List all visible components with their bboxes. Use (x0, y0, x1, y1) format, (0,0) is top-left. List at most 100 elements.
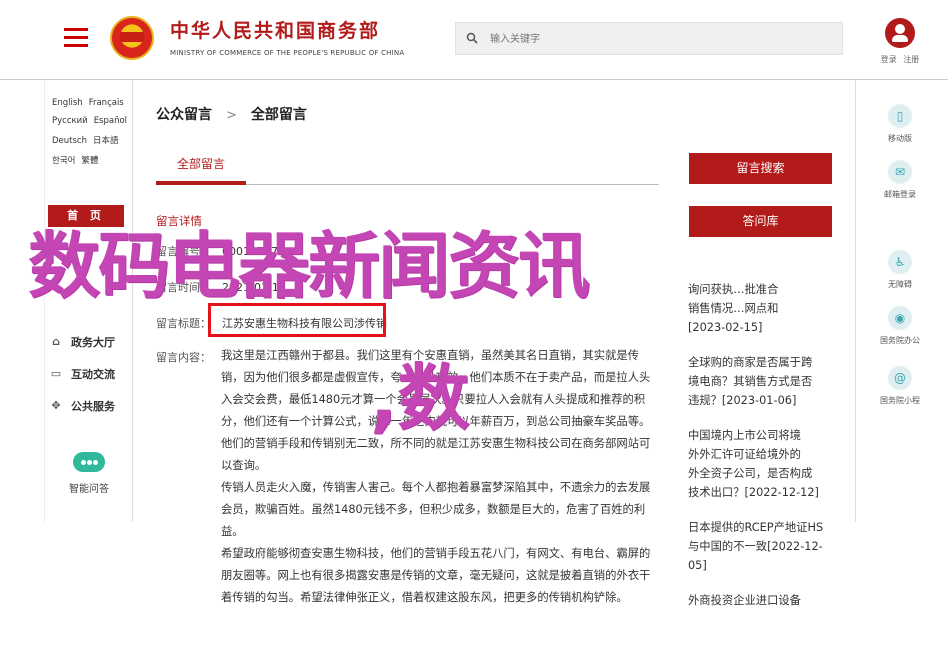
field-label: 留言编号： (156, 245, 211, 258)
left-sidebar: English Français Русский Español Deutsch 日本… (44, 80, 133, 522)
section-title: 留言详情 (156, 214, 202, 228)
chat-icon: ▭ (50, 367, 62, 380)
field-value: 江苏安惠生物科技有限公司涉传销 (222, 317, 387, 330)
nav-item-label: 公共服务 (71, 400, 115, 413)
fr-label: 移动版 (888, 134, 912, 143)
content-paragraph: 我这里是江西赣州于都县。我们这里有个安惠直销，虽然美其名日直销，其实就是传销，因… (221, 349, 651, 472)
chevron-right-icon: > (226, 108, 237, 123)
tab-all-messages[interactable]: 全部留言 (156, 155, 246, 185)
breadcrumb-item[interactable]: 公众留言 (156, 107, 212, 123)
ministry-title-cn: 中华人民共和国商务部 (170, 20, 381, 42)
smart-qa[interactable]: 智能问答 (45, 452, 133, 495)
fr-label: 国务院办公 (880, 336, 920, 345)
mail-login-link[interactable]: ✉ 邮箱登录 (856, 160, 944, 200)
list-item[interactable]: 日本提供的RCEP产地证HS 与中国的不一致[2022-12- 05] (688, 518, 833, 575)
field-value: 00019717 (222, 245, 278, 258)
lang-korean[interactable]: 한국어 (52, 156, 75, 166)
lang-traditional[interactable]: 繁體 (81, 156, 98, 166)
field-label: 留言时间： (156, 281, 211, 294)
gov-icon: ◉ (888, 306, 912, 330)
list-item[interactable]: 中国境内上市公司将境 外外汇许可证给境外的 外全资子公司，是否构成 技术出口？[… (688, 426, 833, 502)
fr-label: 无障碍 (888, 280, 912, 289)
user-icon[interactable] (885, 18, 915, 48)
list-item-line: 询问获执…批准合 (688, 283, 779, 296)
accessibility-icon: ♿ (888, 250, 912, 274)
list-item-line: 全球购的商家是否属于跨 (688, 356, 813, 369)
list-item[interactable]: 外商投资企业进口设备 (688, 591, 833, 610)
qa-library-button[interactable]: 答问库 (689, 206, 832, 237)
accessibility-link[interactable]: ♿ 无障碍 (856, 250, 944, 290)
list-item-line: 外外汇许可证给境外的 (688, 448, 801, 461)
qa-list: 询问获执…批准合 销售情况…网点和 [2023-02-15] 全球购的商家是否属… (688, 258, 833, 626)
menu-icon[interactable] (64, 28, 88, 47)
ministry-title-en: MINISTRY OF COMMERCE OF THE PEOPLE'S REP… (170, 49, 405, 57)
language-row: Deutsch 日本語 (52, 134, 132, 146)
chat-bubble-icon (73, 452, 105, 472)
nav-item-label: 政务大厅 (71, 336, 115, 349)
list-item-line: 技术出口？[2022-12-12] (688, 486, 819, 499)
fr-label: 国务院小程 (880, 396, 920, 405)
content-label: 留言内容： (156, 349, 222, 365)
content-paragraph: 传销人员走火入魔，传销害人害己。每个人都抱着暴富梦深陷其中，不遗余力的去发展会员… (221, 481, 651, 538)
main-content: 公众留言 > 全部留言 全部留言 留言详情 留言编号： 00019717 留言时间： 2… (133, 80, 678, 657)
language-row: Русский Español (52, 116, 132, 126)
lang-russian[interactable]: Русский (52, 116, 88, 126)
field-time: 留言时间： 2021-01-15 (156, 279, 286, 295)
nav-item-public-service[interactable]: ✥ 公共服务 (47, 390, 131, 422)
user-links: 登录 注册 (870, 54, 930, 65)
breadcrumb-item[interactable]: 全部留言 (251, 107, 307, 123)
lang-english[interactable]: English (52, 98, 83, 108)
field-number: 留言编号： 00019717 (156, 243, 278, 259)
list-item-line: 销售情况…网点和 (688, 302, 779, 315)
search-input[interactable] (490, 31, 820, 47)
at-icon: @ (888, 366, 912, 390)
fr-label: 邮箱登录 (884, 190, 916, 199)
field-title: 留言标题： 江苏安惠生物科技有限公司涉传销 (156, 315, 387, 331)
search-icon[interactable] (466, 32, 478, 44)
field-label: 留言内容： (156, 351, 211, 364)
page: 中华人民共和国商务部 MINISTRY OF COMMERCE OF THE P… (0, 0, 948, 657)
tab-bar: 全部留言 (156, 155, 659, 185)
nav-item-interaction[interactable]: ▭ 互动交流 (47, 358, 131, 390)
list-item[interactable]: 询问获执…批准合 销售情况…网点和 [2023-02-15] (688, 280, 833, 337)
ministry-title[interactable]: 中华人民共和国商务部 MINISTRY OF COMMERCE OF THE P… (170, 16, 404, 57)
far-right-sidebar: ▯ 移动版 ✉ 邮箱登录 ♿ 无障碍 ◉ 国务院办公 @ 国务院小程 (855, 80, 948, 522)
list-item-line: 日本提供的RCEP产地证HS (688, 521, 824, 534)
lang-german[interactable]: Deutsch (52, 136, 87, 146)
site-header: 中华人民共和国商务部 MINISTRY OF COMMERCE OF THE P… (0, 0, 948, 80)
right-column: 留言搜索 答问库 询问获执…批准合 销售情况…网点和 [2023-02-15] … (688, 80, 833, 657)
left-nav: ⌂ 政务大厅 ▭ 互动交流 ✥ 公共服务 (47, 230, 131, 422)
search-box[interactable] (455, 22, 843, 55)
login-link[interactable]: 登录 (881, 55, 897, 64)
service-icon: ✥ (51, 399, 61, 412)
lang-spanish[interactable]: Español (94, 116, 127, 126)
list-item-line: 境电商？其销售方式是否 (688, 375, 813, 388)
language-row: English Français (52, 98, 132, 108)
mobile-icon: ▯ (888, 104, 912, 128)
list-item-line: 中国境内上市公司将境 (688, 429, 801, 442)
list-item-line: 与中国的不一致[2022-12- (688, 540, 823, 553)
mail-icon: ✉ (888, 160, 912, 184)
state-council-office-link[interactable]: ◉ 国务院办公 (856, 306, 944, 346)
home-button[interactable]: 首 页 (48, 205, 124, 227)
breadcrumb: 公众留言 > 全部留言 (156, 104, 307, 124)
message-search-button[interactable]: 留言搜索 (689, 153, 832, 184)
language-row: 한국어 繁體 (52, 154, 132, 166)
mobile-version-link[interactable]: ▯ 移动版 (856, 104, 944, 144)
list-item-line: 外全资子公司，是否构成 (688, 467, 813, 480)
user-area: 登录 注册 (870, 18, 930, 65)
smart-qa-label: 智能问答 (69, 484, 109, 495)
register-link[interactable]: 注册 (903, 55, 919, 64)
list-item-line: 05] (688, 559, 707, 572)
list-item[interactable]: 全球购的商家是否属于跨 境电商？其销售方式是否 违规？[2023-01-06] (688, 353, 833, 410)
list-item-line: [2023-02-15] (688, 321, 763, 334)
hall-icon: ⌂ (52, 335, 60, 348)
field-label: 留言标题： (156, 317, 211, 330)
lang-japanese[interactable]: 日本語 (93, 136, 119, 146)
state-council-miniapp-link[interactable]: @ 国务院小程 (856, 366, 944, 406)
lang-french[interactable]: Français (89, 98, 124, 108)
message-content: 我这里是江西赣州于都县。我们这里有个安惠直销，虽然美其名日直销，其实就是传销，因… (221, 345, 661, 609)
list-item-line: 外商投资企业进口设备 (688, 594, 801, 607)
nav-item-hall[interactable]: ⌂ 政务大厅 (47, 326, 131, 358)
national-emblem-logo (110, 16, 154, 60)
